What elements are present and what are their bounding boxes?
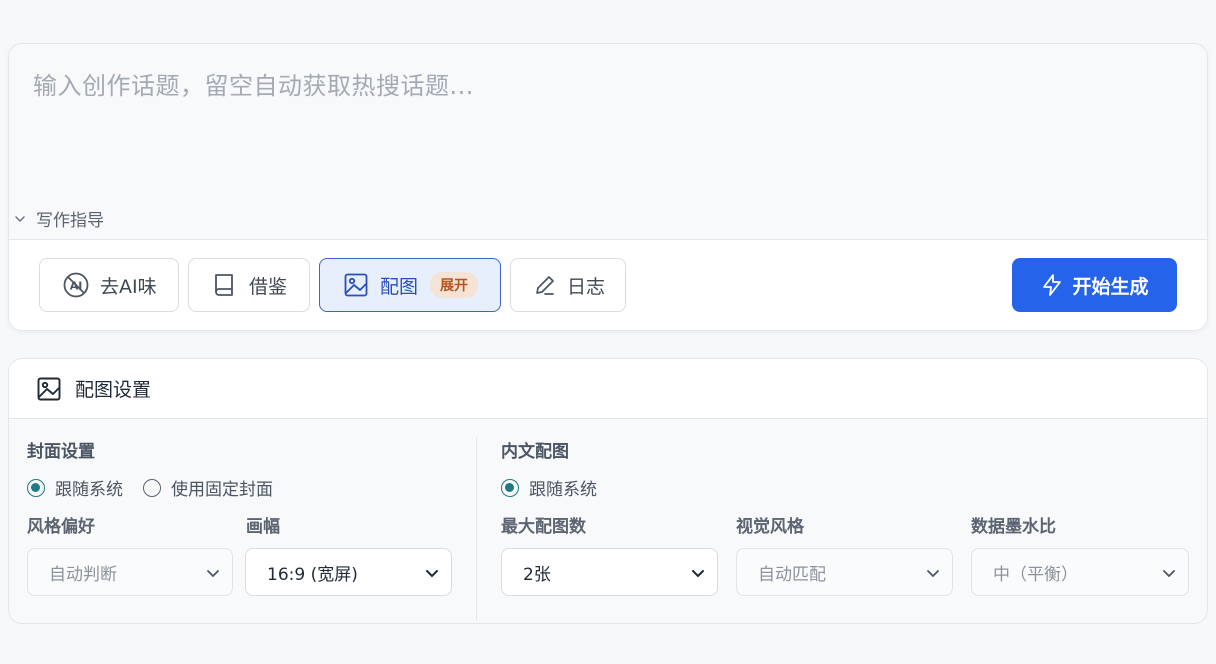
data-ink-ratio-select[interactable]: 中（平衡） [971,548,1189,596]
chevron-down-icon [692,570,704,578]
select-value: 自动匹配 [758,564,826,585]
radio-selected-icon [501,478,519,497]
no-ai-icon: AI [62,271,90,299]
radio-label: 跟随系统 [529,480,597,500]
composer-card: 输入创作话题，留空自动获取热搜话题... 写作指导 AI 去AI味 借鉴 配图 … [8,43,1208,331]
chevron-down-icon [15,215,25,222]
image-settings-panel: 配图设置 封面设置 跟随系统 使用固定封面 风格偏好 画幅 自动判断 16:9 … [8,358,1208,624]
topic-input[interactable]: 输入创作话题，留空自动获取热搜话题... [33,66,474,101]
ratio-select[interactable]: 16:9 (宽屏) [245,548,452,596]
radio-selected-icon [27,478,45,497]
radio-fixed-cover[interactable]: 使用固定封面 [143,475,273,500]
start-generate-label: 开始生成 [1072,275,1149,298]
reference-button[interactable]: 借鉴 [188,258,310,312]
ratio-label: 画幅 [246,517,280,537]
chevron-down-icon [927,570,939,578]
select-value: 自动判断 [49,564,117,585]
writing-guide-label: 写作指导 [36,211,104,231]
visual-style-label: 视觉风格 [736,517,804,537]
toolbar: AI 去AI味 借鉴 配图 展开 日志 开始生成 [9,240,1207,330]
chevron-down-icon [207,570,219,578]
select-value: 16:9 (宽屏) [267,564,358,585]
radio-follow-system[interactable]: 跟随系统 [27,475,123,500]
svg-text:AI: AI [70,280,83,293]
illustration-label: 配图 [380,275,419,298]
max-images-select[interactable]: 2张 [501,548,718,596]
book-icon [211,271,239,299]
cover-settings-title: 封面设置 [27,442,95,462]
log-label: 日志 [567,275,606,298]
image-icon [37,377,61,400]
select-value: 2张 [523,564,551,585]
radio-inline-follow-system[interactable]: 跟随系统 [501,475,597,500]
style-preference-label: 风格偏好 [27,517,95,537]
max-images-label: 最大配图数 [501,517,586,537]
column-divider [476,437,477,621]
visual-style-select[interactable]: 自动匹配 [736,548,953,596]
reference-label: 借鉴 [249,275,288,298]
start-generate-button[interactable]: 开始生成 [1012,258,1177,312]
style-preference-select[interactable]: 自动判断 [27,548,233,596]
radio-label: 使用固定封面 [171,480,273,500]
remove-ai-label: 去AI味 [100,275,157,298]
inline-images-title: 内文配图 [501,442,569,462]
panel-title: 配图设置 [75,379,152,401]
data-ink-ratio-label: 数据墨水比 [971,517,1056,537]
log-button[interactable]: 日志 [510,258,626,312]
lightning-icon [1043,274,1062,296]
radio-unselected-icon [143,478,161,497]
illustration-button[interactable]: 配图 展开 [319,258,501,312]
panel-header: 配图设置 [9,359,1207,419]
chevron-down-icon [426,570,438,578]
image-icon [342,271,370,299]
select-value: 中（平衡） [993,564,1078,585]
expand-badge: 展开 [430,272,479,298]
remove-ai-button[interactable]: AI 去AI味 [39,258,179,312]
radio-label: 跟随系统 [55,480,123,500]
writing-guide-toggle[interactable]: 写作指导 [13,206,104,231]
pen-icon [533,273,557,297]
chevron-down-icon [1163,570,1175,578]
